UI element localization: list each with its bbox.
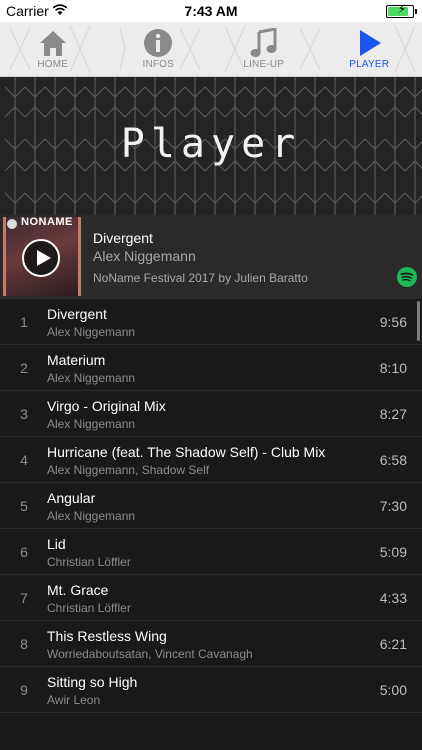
track-duration: 4:33 bbox=[379, 590, 407, 606]
track-duration: 9:56 bbox=[379, 314, 407, 330]
tab-player-label: PLAYER bbox=[349, 59, 390, 70]
info-icon bbox=[144, 29, 173, 57]
track-row[interactable]: 7 Mt. Grace Christian Löffler 4:33 bbox=[0, 575, 422, 621]
player-header: Player bbox=[0, 77, 422, 215]
track-title: Sitting so High bbox=[47, 674, 138, 690]
track-artist: Worriedaboutsatan, Vincent Cavanagh bbox=[47, 647, 253, 661]
track-number: 1 bbox=[20, 314, 28, 330]
tab-infos[interactable]: INFOS bbox=[106, 22, 212, 76]
tab-infos-label: INFOS bbox=[142, 59, 175, 70]
cover-brand-text: NONAME bbox=[21, 217, 73, 228]
track-artist: Christian Löffler bbox=[47, 555, 131, 569]
page-title: Player bbox=[120, 121, 302, 167]
now-playing-card[interactable]: NONAME Divergent Alex Niggemann NoName F… bbox=[0, 215, 422, 299]
track-title: Divergent bbox=[47, 306, 107, 322]
track-title: Hurricane (feat. The Shadow Self) - Club… bbox=[47, 444, 326, 460]
scroll-indicator[interactable] bbox=[417, 301, 420, 341]
track-number: 7 bbox=[20, 590, 28, 606]
track-duration: 8:10 bbox=[379, 360, 407, 376]
track-duration: 6:21 bbox=[379, 636, 407, 652]
play-button[interactable] bbox=[22, 239, 60, 277]
track-row[interactable]: 6 Lid Christian Löffler 5:09 bbox=[0, 529, 422, 575]
status-bar: Carrier 7:43 AM ⚡ bbox=[0, 0, 422, 22]
track-duration: 5:09 bbox=[379, 544, 407, 560]
music-note-icon bbox=[250, 28, 277, 57]
track-title: Angular bbox=[47, 490, 96, 506]
track-number: 2 bbox=[20, 360, 28, 376]
track-row[interactable]: 3 Virgo - Original Mix Alex Niggemann 8:… bbox=[0, 391, 422, 437]
track-number: 3 bbox=[20, 406, 28, 422]
track-row[interactable]: 4 Hurricane (feat. The Shadow Self) - Cl… bbox=[0, 437, 422, 483]
track-row[interactable]: 9 Sitting so High Awir Leon 5:00 bbox=[0, 667, 422, 713]
tab-home[interactable]: HOME bbox=[0, 22, 106, 76]
cover-logo bbox=[7, 219, 17, 229]
charging-icon: ⚡ bbox=[397, 2, 406, 16]
track-artist: Alex Niggemann bbox=[47, 417, 136, 431]
track-duration: 5:00 bbox=[379, 682, 407, 698]
track-artist: Alex Niggemann bbox=[47, 509, 136, 523]
track-duration: 7:30 bbox=[379, 498, 407, 514]
now-playing-artist: Alex Niggemann bbox=[93, 248, 196, 264]
track-title: Materium bbox=[47, 352, 106, 368]
tab-bar: HOME INFOS LINE-UP PLAYER bbox=[0, 22, 422, 77]
home-icon bbox=[39, 31, 66, 56]
track-artist: Awir Leon bbox=[47, 693, 101, 707]
track-row[interactable]: 5 Angular Alex Niggemann 7:30 bbox=[0, 483, 422, 529]
track-duration: 8:27 bbox=[379, 406, 407, 422]
track-artist: Alex Niggemann bbox=[47, 371, 136, 385]
track-number: 8 bbox=[20, 636, 28, 652]
track-title: This Restless Wing bbox=[47, 628, 167, 644]
track-duration: 6:58 bbox=[379, 452, 407, 468]
track-number: 4 bbox=[20, 452, 28, 468]
track-artist: Christian Löffler bbox=[47, 601, 131, 615]
track-number: 6 bbox=[20, 544, 28, 560]
track-title: Virgo - Original Mix bbox=[47, 398, 166, 414]
now-playing-title: Divergent bbox=[93, 230, 153, 246]
tab-line-up[interactable]: LINE-UP bbox=[211, 22, 317, 76]
track-number: 5 bbox=[20, 498, 28, 514]
track-artist: Alex Niggemann bbox=[47, 325, 136, 339]
track-row[interactable]: 1 Divergent Alex Niggemann 9:56 bbox=[0, 299, 422, 345]
play-icon bbox=[360, 30, 382, 56]
tab-line-up-label: LINE-UP bbox=[243, 59, 285, 70]
track-title: Mt. Grace bbox=[47, 582, 109, 598]
status-time: 7:43 AM bbox=[184, 3, 238, 19]
tab-player[interactable]: PLAYER bbox=[317, 22, 422, 76]
spotify-icon[interactable] bbox=[397, 267, 417, 287]
album-cover: NONAME bbox=[3, 217, 81, 296]
track-row[interactable]: 2 Materium Alex Niggemann 8:10 bbox=[0, 345, 422, 391]
now-playing-playlist: NoName Festival 2017 by Julien Baratto bbox=[93, 271, 308, 285]
tab-home-label: HOME bbox=[37, 59, 69, 70]
track-number: 9 bbox=[20, 682, 28, 698]
track-list: 1 Divergent Alex Niggemann 9:56 2 Materi… bbox=[0, 299, 422, 713]
track-title: Lid bbox=[47, 536, 66, 552]
track-artist: Alex Niggemann, Shadow Self bbox=[47, 463, 210, 477]
track-row[interactable]: 8 This Restless Wing Worriedaboutsatan, … bbox=[0, 621, 422, 667]
